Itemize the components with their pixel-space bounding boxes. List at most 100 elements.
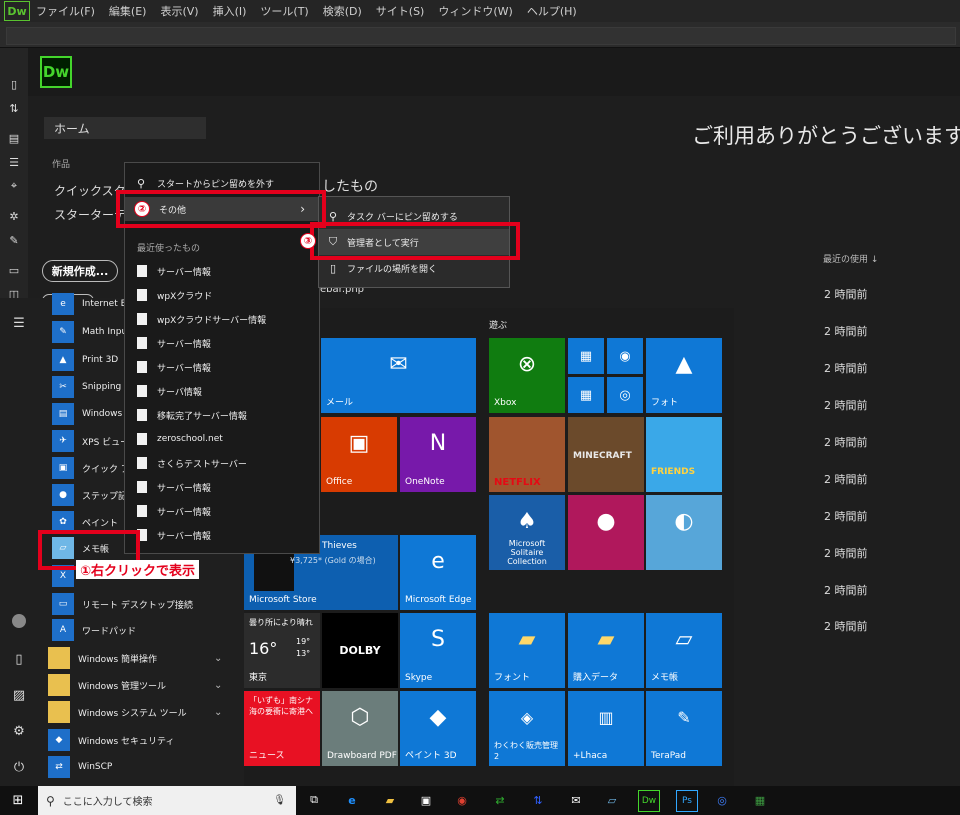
recent-item[interactable]: サーバー情報 <box>125 259 319 283</box>
recent-item[interactable]: 移転完了サーバー情報 <box>125 403 319 427</box>
tile-xbox[interactable]: ⊗ Xbox <box>489 338 565 413</box>
recent-item[interactable]: zeroschool.net <box>125 427 319 451</box>
menu-insert[interactable]: 挿入(I) <box>213 3 247 19</box>
microphone-icon[interactable]: 🎙 <box>273 795 286 806</box>
tile-camera[interactable]: ◎ <box>607 377 643 413</box>
recent-row[interactable]: 2 時間前 <box>600 282 960 306</box>
taskbar-search-box[interactable]: ⚲ ここに入力して検索 🎙 <box>38 786 296 815</box>
tile-notepad[interactable]: ▱ メモ帳 <box>646 613 722 688</box>
tile-office[interactable]: ▣ Office <box>321 417 397 492</box>
task-view-icon[interactable]: ⧉ <box>304 790 324 810</box>
chrome-icon[interactable]: ◉ <box>452 790 472 810</box>
app-quick-assist[interactable]: ▣ クイック ア <box>52 456 130 480</box>
network-app-icon[interactable]: ◎ <box>712 790 732 810</box>
inspect-icon[interactable]: ▤ <box>0 126 28 150</box>
tile-onenote[interactable]: N OneNote <box>400 417 476 492</box>
folder-admin-tools[interactable]: Windows 管理ツール ⌄ <box>48 673 222 697</box>
document-icon[interactable]: ▯ <box>0 72 28 96</box>
ftp-icon[interactable]: ⇄ <box>490 790 510 810</box>
power-icon[interactable]: ⏻ <box>0 752 38 782</box>
app-xps-viewer[interactable]: ✈ XPS ビュー <box>52 429 129 453</box>
recent-item[interactable]: サーバー情報 <box>125 475 319 499</box>
tile-terapad[interactable]: ✎ TeraPad <box>646 691 722 766</box>
menu-file[interactable]: ファイル(F) <box>36 3 95 19</box>
new-button[interactable]: 新規作成... <box>42 260 118 282</box>
tile-purchase-data[interactable]: ▰ 購入データ <box>568 613 644 688</box>
dreamweaver-taskbar-icon[interactable]: Dw <box>638 790 660 812</box>
menu-window[interactable]: ウィンドウ(W) <box>438 3 512 19</box>
tile-candy-friends[interactable]: FRIENDS <box>646 417 722 492</box>
tile-fonts[interactable]: ▰ フォント <box>489 613 565 688</box>
recent-item[interactable]: wpXクラウド <box>125 283 319 307</box>
tile-paint3d[interactable]: ◆ ペイント 3D <box>400 691 476 766</box>
tile-farm-game[interactable]: ◐ <box>646 495 722 570</box>
menu-tools[interactable]: ツール(T) <box>260 3 308 19</box>
menu-site[interactable]: サイト(S) <box>376 3 425 19</box>
menu-view[interactable]: 表示(V) <box>160 3 198 19</box>
tile-netflix[interactable]: NETFLIX <box>489 417 565 492</box>
app-windows-security[interactable]: ◆ Windows セキュリティ <box>48 728 175 752</box>
store-taskbar-icon[interactable]: ▣ <box>416 790 436 810</box>
documents-icon[interactable]: ▯ <box>0 644 38 674</box>
layout-icon[interactable]: ☰ <box>0 150 28 174</box>
menu-help[interactable]: ヘルプ(H) <box>527 3 577 19</box>
file-explorer-icon[interactable]: ▰ <box>380 790 400 810</box>
recent-item[interactable]: サーバー情報 <box>125 331 319 355</box>
spreadsheet-icon[interactable]: ▦ <box>750 790 770 810</box>
tile-news[interactable]: 「いずも」南シナ海の要衝に寄港へ ニュース <box>244 691 320 766</box>
app-math-input[interactable]: ✎ Math Inpu <box>52 320 127 344</box>
app-windows-fax[interactable]: ▤ Windows <box>52 402 122 426</box>
tile-skype[interactable]: S Skype <box>400 613 476 688</box>
app-print-3d[interactable]: ▲ Print 3D <box>52 348 118 372</box>
app-remote-desktop[interactable]: ▭ リモート デスクトップ接続 <box>52 592 193 616</box>
brush-icon[interactable]: ✎ <box>0 228 28 252</box>
tile-solitaire[interactable]: ♠ Microsoft Solitaire Collection <box>489 495 565 570</box>
search-icon: ⚲ <box>46 793 55 808</box>
app-internet-explorer[interactable]: e Internet E <box>52 292 126 316</box>
home-tab[interactable]: ホーム <box>44 117 206 139</box>
tile-weather[interactable]: 曇り所により晴れ 16° 19° 13° 東京 <box>244 613 320 688</box>
recent-item[interactable]: wpXクラウドサーバー情報 <box>125 307 319 331</box>
recent-item[interactable]: サーバー情報 <box>125 523 319 547</box>
hamburger-icon[interactable]: ☰ <box>0 308 38 338</box>
wand-icon[interactable]: ✲ <box>0 204 28 228</box>
recent-item[interactable]: サーバ情報 <box>125 379 319 403</box>
tile-groove[interactable]: ◉ <box>607 338 643 374</box>
notepad-taskbar-icon[interactable]: ▱ <box>602 790 622 810</box>
tile-wakuwaku[interactable]: ◈ わくわく販売管理 2 <box>489 691 565 766</box>
tile-movies[interactable]: ▦ <box>568 338 604 374</box>
tile-photos[interactable]: ▲ フォト <box>646 338 722 413</box>
tile-lhaca[interactable]: ▥ +Lhaca <box>568 691 644 766</box>
quickstart-link[interactable]: クイックスタ <box>54 182 126 199</box>
tile-calculator[interactable]: ▦ <box>568 377 604 413</box>
menu-find[interactable]: 検索(D) <box>323 3 362 19</box>
tile-minecraft[interactable]: MINECRAFT <box>568 417 644 492</box>
folder-ease-of-access[interactable]: Windows 簡単操作 ⌄ <box>48 646 222 670</box>
windows-start-icon[interactable]: ⊞ <box>8 790 28 810</box>
mail-taskbar-icon[interactable]: ✉ <box>566 790 586 810</box>
recent-item[interactable]: さくらテストサーバー <box>125 451 319 475</box>
menu-edit[interactable]: 編集(E) <box>109 3 147 19</box>
app-winscp[interactable]: ⇄ WinSCP <box>48 755 112 779</box>
pictures-icon[interactable]: ▨ <box>0 680 38 710</box>
user-avatar-icon[interactable] <box>0 606 38 636</box>
photoshop-icon[interactable]: Ps <box>676 790 698 812</box>
tile-mail[interactable]: ✉ メール <box>321 338 476 413</box>
recent-column-header[interactable]: 最近の使用 ↓ <box>823 252 878 265</box>
recent-item[interactable]: サーバー情報 <box>125 499 319 523</box>
app-snipping-tool[interactable]: ✂ Snipping T <box>52 375 130 399</box>
tile-edge[interactable]: e Microsoft Edge <box>400 535 476 610</box>
tile-candy-crush[interactable]: ● <box>568 495 644 570</box>
dw-toolbar-field[interactable] <box>6 27 956 45</box>
recent-item[interactable]: サーバー情報 <box>125 355 319 379</box>
winscp-taskbar-icon[interactable]: ⇅ <box>528 790 548 810</box>
comment-icon[interactable]: ▭ <box>0 258 28 282</box>
settings-gear-icon[interactable]: ⚙ <box>0 716 38 746</box>
app-wordpad[interactable]: A ワードパッド <box>52 618 136 642</box>
sort-icon[interactable]: ⇅ <box>0 96 28 120</box>
tile-dolby[interactable]: DOLBY <box>322 613 398 688</box>
tile-drawboard[interactable]: ⬡ Drawboard PDF <box>322 691 398 766</box>
target-icon[interactable]: ⌖ <box>0 174 28 198</box>
edge-taskbar-icon[interactable]: e <box>342 790 362 810</box>
folder-system-tools[interactable]: Windows システム ツール ⌄ <box>48 700 222 724</box>
